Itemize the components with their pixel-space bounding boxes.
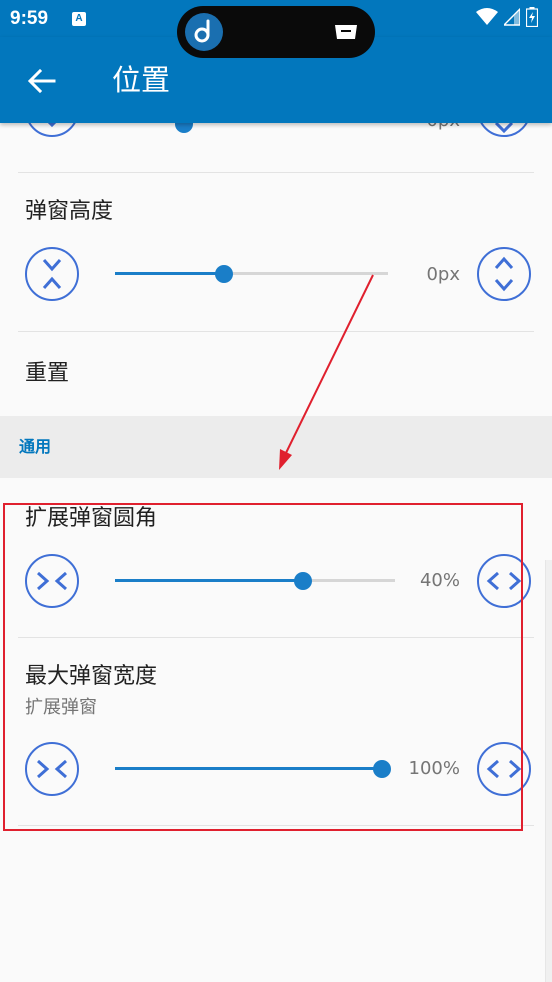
divider [18,637,534,638]
corner-radius-title: 扩展弹窗圆角 [25,506,158,531]
max-width-increase-button[interactable] [477,742,531,796]
slider-fill [115,272,225,275]
settings-list[interactable]: 0px 弹窗高度 0px 重置 通用 扩展弹窗圆角 [0,123,552,982]
section-title: 通用 [19,437,52,456]
divider [18,331,534,332]
page-title: 位置 [112,63,171,97]
scroll-edge [545,560,552,982]
max-width-value: 100% [408,758,460,779]
slider-thumb[interactable] [215,265,234,283]
popup-height-slider[interactable] [115,265,388,283]
reset-item[interactable]: 重置 [25,359,69,389]
floating-island[interactable] [177,6,375,58]
increase-button[interactable] [477,123,531,137]
section-header: 通用 [0,416,552,478]
message-icon [335,25,357,39]
notification-a-icon: A [72,12,86,26]
decrease-button[interactable] [25,123,79,137]
slider-value: 0px [380,123,460,133]
battery-icon [526,7,538,27]
popup-height-title: 弹窗高度 [25,199,114,224]
popup-height-value: 0px [426,264,460,285]
signal-icon [504,8,520,26]
status-icons [476,7,538,27]
divider [18,825,534,826]
slider-thumb[interactable] [175,123,193,133]
app-logo-icon [185,13,223,51]
max-width-summary: 扩展弹窗 [25,697,97,718]
max-width-slider[interactable] [115,760,391,778]
popup-height-increase-button[interactable] [477,247,531,301]
arrow-left-icon[interactable] [24,63,60,99]
popup-height-decrease-button[interactable] [25,247,79,301]
corner-radius-increase-button[interactable] [477,554,531,608]
slider-fill [115,579,303,582]
slider-thumb[interactable] [293,572,312,590]
corner-radius-value: 40% [419,570,460,591]
max-width-title: 最大弹窗宽度 [25,664,158,689]
wifi-icon [476,8,498,25]
slider-fill [115,767,382,770]
corner-radius-slider[interactable] [115,572,395,590]
status-time: 9:59 [10,8,49,29]
max-width-decrease-button[interactable] [25,742,79,796]
divider [18,172,534,173]
corner-radius-decrease-button[interactable] [25,554,79,608]
